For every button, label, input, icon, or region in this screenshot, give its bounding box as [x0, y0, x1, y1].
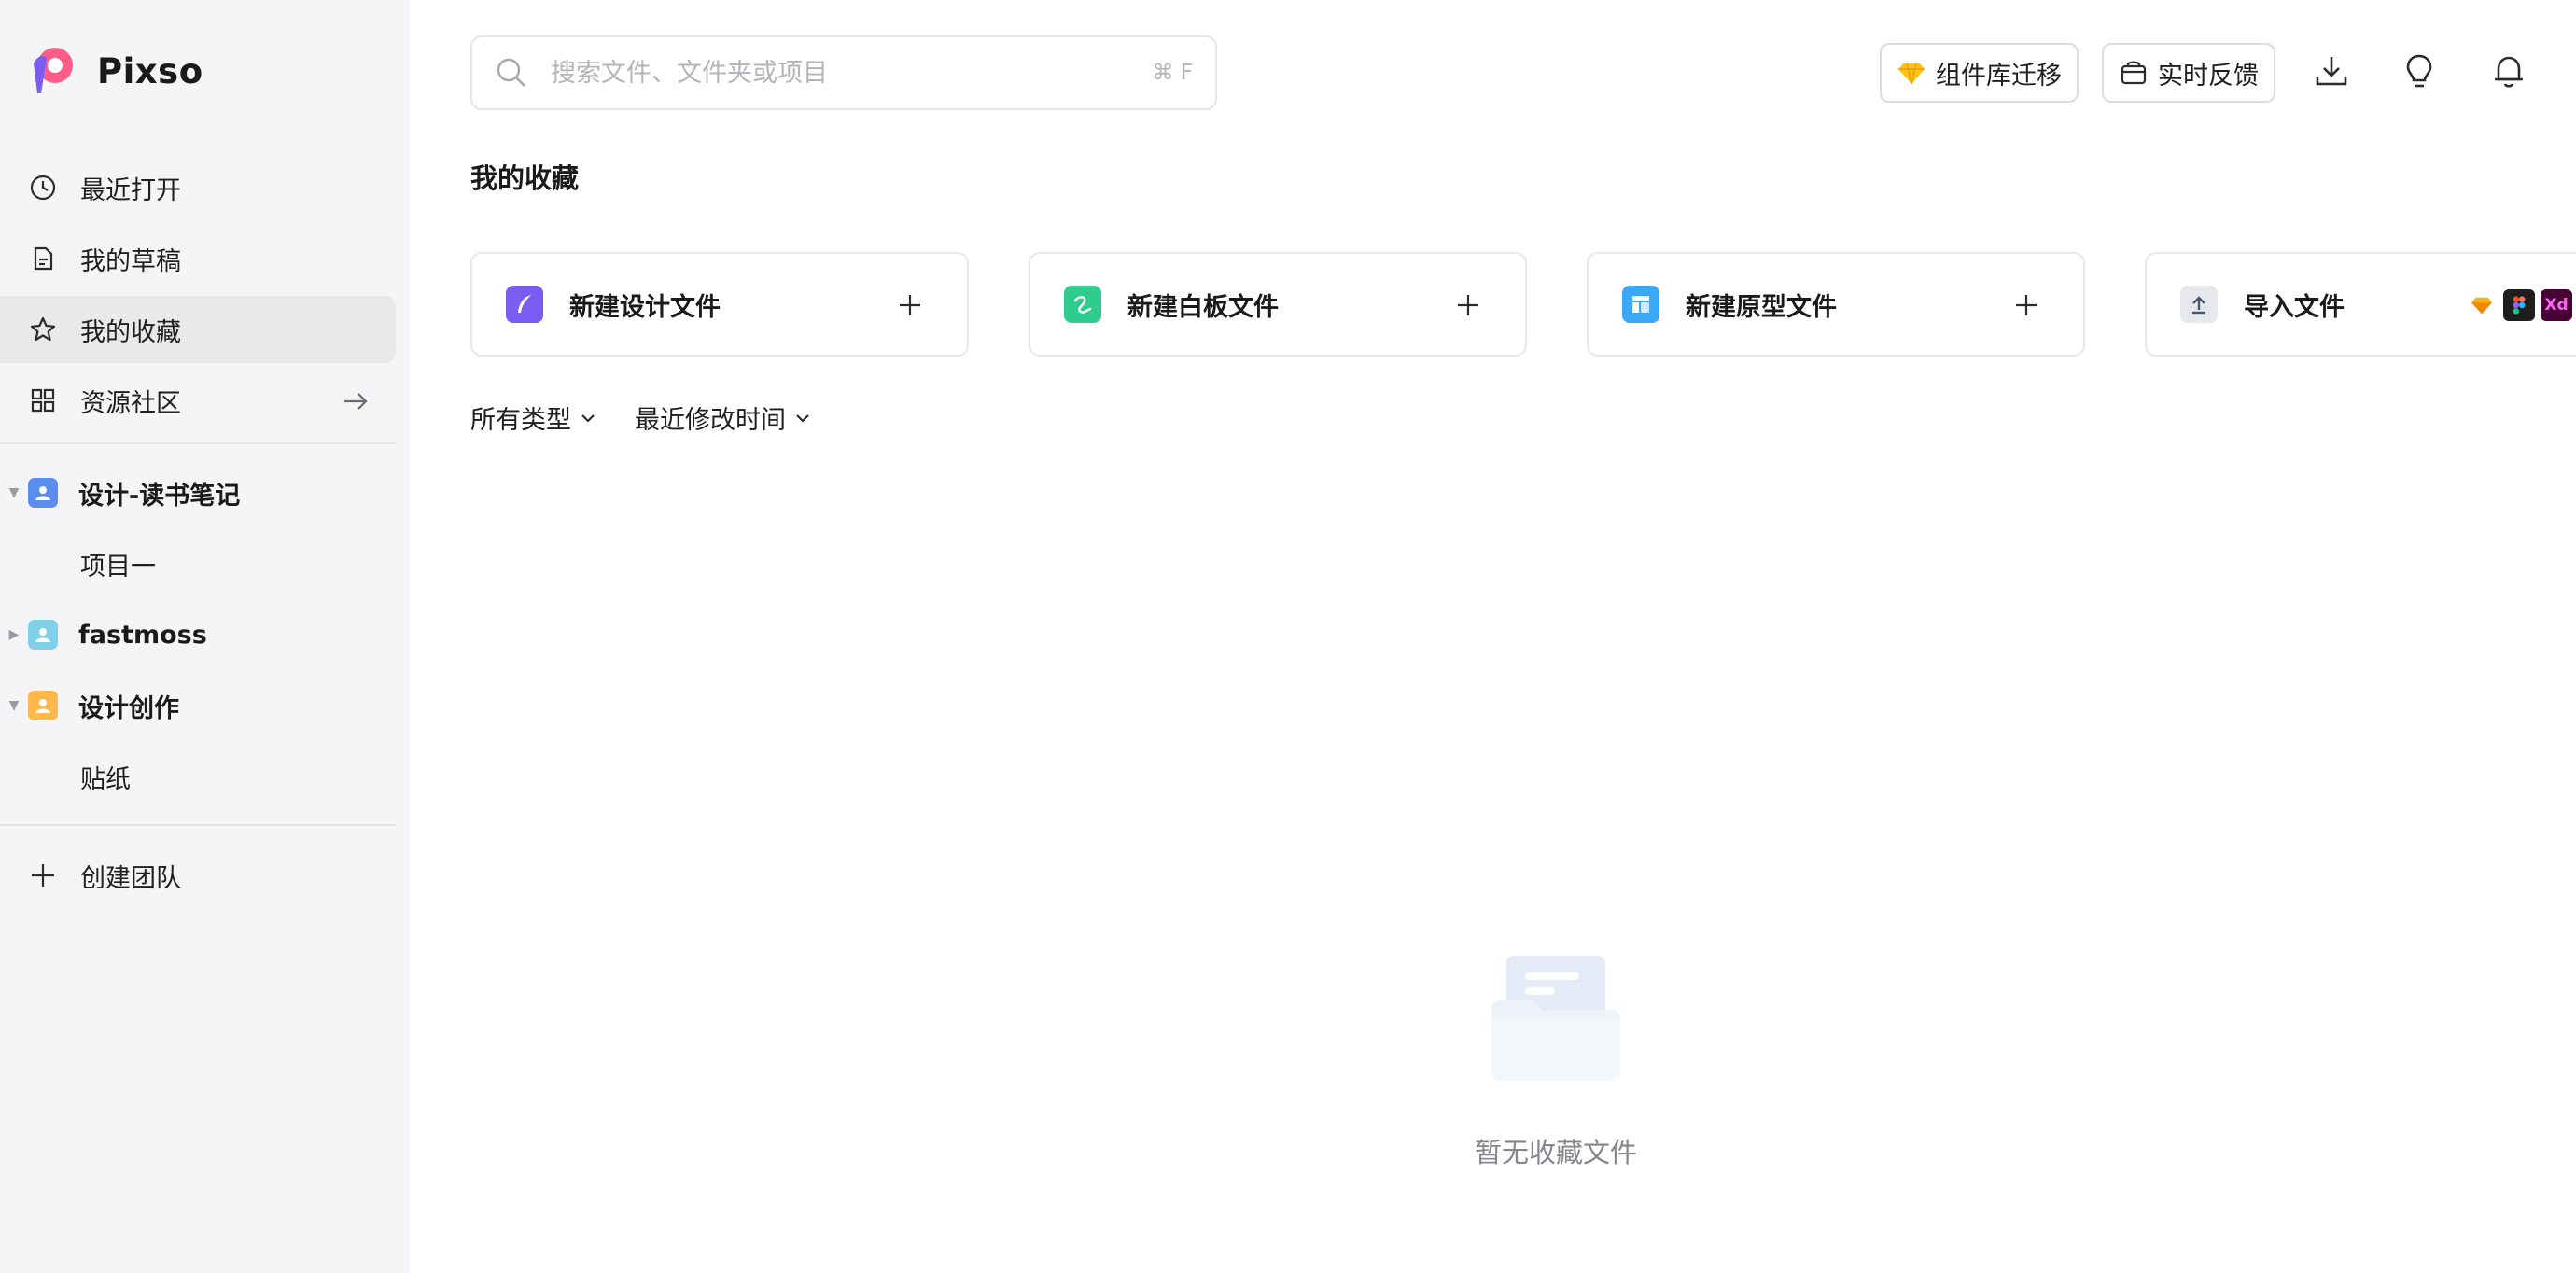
whiteboard-file-icon: [1064, 286, 1101, 323]
team-name: 设计创作: [78, 693, 179, 723]
card-label: 新建原型文件: [1686, 292, 1837, 322]
grid-icon: [28, 385, 58, 415]
nav-drafts-label: 我的草稿: [80, 246, 181, 276]
nav-drafts[interactable]: 我的草稿: [0, 225, 396, 292]
download-icon[interactable]: [2311, 50, 2352, 91]
sidebar-divider: [0, 442, 396, 444]
bell-icon[interactable]: [2488, 50, 2529, 91]
feedback-button[interactable]: 实时反馈: [2102, 43, 2275, 103]
card-label: 新建白板文件: [1127, 292, 1279, 322]
type-filter-label: 所有类型: [470, 406, 571, 435]
nav-community[interactable]: 资源社区: [0, 367, 396, 434]
create-team-button[interactable]: 创建团队: [0, 842, 396, 909]
component-migrate-label: 组件库迁移: [1936, 61, 2062, 91]
feedback-label: 实时反馈: [2158, 61, 2259, 91]
search-box[interactable]: ⌘ F: [470, 35, 1217, 110]
xd-icon: Xd: [2541, 289, 2572, 321]
component-migrate-button[interactable]: 组件库迁移: [1880, 43, 2079, 103]
sketch-icon: [2466, 289, 2498, 321]
team-name: fastmoss: [78, 620, 207, 650]
page-title: 我的收藏: [470, 162, 580, 194]
app-root: Pixso 最近打开 我的草稿 我的收藏 资源社区 ▼ 设计-读书笔记 项目一 …: [0, 0, 2576, 1273]
star-icon: [28, 315, 58, 344]
feedback-bag-icon: [2121, 61, 2147, 85]
lightbulb-icon[interactable]: [2399, 50, 2440, 91]
plus-icon: [900, 295, 920, 315]
chevron-down-icon: [796, 413, 809, 423]
nav-favorites[interactable]: 我的收藏: [0, 296, 396, 363]
brand-logo[interactable]: Pixso: [26, 45, 203, 97]
caret-right-icon[interactable]: ▶: [0, 627, 28, 642]
search-input[interactable]: [551, 58, 1153, 88]
draft-icon: [28, 244, 58, 273]
clock-icon: [28, 173, 58, 203]
brand-name: Pixso: [97, 50, 203, 91]
new-whiteboard-file-card[interactable]: 新建白板文件: [1029, 252, 1527, 357]
sort-dropdown[interactable]: 最近修改时间: [635, 399, 812, 436]
card-label: 导入文件: [2244, 292, 2345, 322]
plus-icon: [28, 860, 58, 890]
type-filter-dropdown[interactable]: 所有类型: [470, 399, 597, 436]
nav-favorites-label: 我的收藏: [80, 317, 181, 347]
empty-folder-icon: [1491, 956, 1620, 1081]
create-team-label: 创建团队: [80, 863, 181, 893]
plus-icon: [2016, 295, 2037, 315]
nav-community-label: 资源社区: [80, 388, 181, 418]
sidebar-divider: [0, 824, 396, 826]
team-item[interactable]: ▼ 设计创作: [0, 672, 396, 739]
arrow-right-icon: [344, 393, 368, 410]
team-avatar-icon: [28, 478, 58, 508]
sort-label: 最近修改时间: [635, 406, 786, 435]
project-item[interactable]: 项目一: [80, 530, 156, 597]
new-prototype-file-card[interactable]: 新建原型文件: [1587, 252, 2085, 357]
caret-down-icon[interactable]: ▼: [0, 485, 28, 500]
nav-recent[interactable]: 最近打开: [0, 154, 396, 221]
import-file-card[interactable]: 导入文件 Xd: [2145, 252, 2576, 357]
project-item[interactable]: 贴纸: [80, 743, 131, 810]
pixso-logo-icon: [34, 48, 73, 93]
search-shortcut: ⌘ F: [1152, 61, 1193, 85]
upload-icon: [2180, 286, 2218, 323]
search-icon: [497, 58, 525, 87]
project-name: 项目一: [80, 552, 156, 581]
import-format-badges: Xd: [2466, 289, 2572, 321]
team-avatar-icon: [28, 691, 58, 720]
team-name: 设计-读书笔记: [78, 481, 241, 511]
card-label: 新建设计文件: [569, 292, 721, 322]
caret-down-icon[interactable]: ▼: [0, 698, 28, 713]
project-name: 贴纸: [80, 764, 131, 794]
nav-recent-label: 最近打开: [80, 175, 181, 205]
diamond-icon: [1898, 62, 1925, 85]
plus-icon: [1458, 295, 1478, 315]
sidebar: Pixso 最近打开 我的草稿 我的收藏 资源社区 ▼ 设计-读书笔记 项目一 …: [0, 0, 410, 1273]
figma-icon: [2503, 289, 2535, 321]
new-design-file-card[interactable]: 新建设计文件: [470, 252, 969, 357]
prototype-file-icon: [1622, 286, 1659, 323]
design-file-icon: [506, 286, 543, 323]
empty-state-text: 暂无收藏文件: [1474, 1137, 1637, 1168]
team-avatar-icon: [28, 620, 58, 650]
team-item[interactable]: ▼ 设计-读书笔记: [0, 459, 396, 526]
team-item[interactable]: ▶ fastmoss: [0, 601, 396, 668]
chevron-down-icon: [581, 413, 595, 423]
